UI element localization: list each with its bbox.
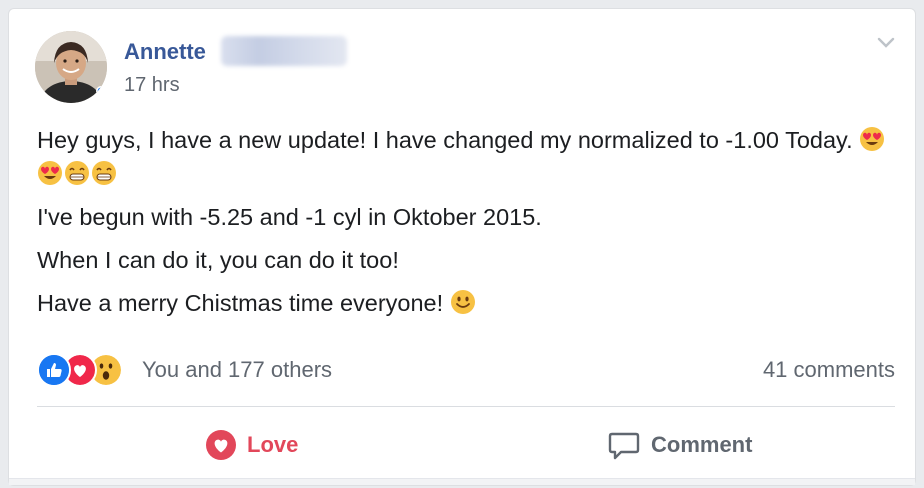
post-paragraph: Hey guys, I have a new update! I have ch… bbox=[37, 123, 897, 191]
author-name[interactable]: Annette bbox=[124, 39, 206, 65]
smile-emoji bbox=[450, 290, 475, 314]
comment-label: Comment bbox=[651, 432, 753, 457]
post-timestamp[interactable]: 17 hrs bbox=[124, 74, 180, 97]
grin-emoji bbox=[92, 161, 116, 185]
chevron-down-icon[interactable] bbox=[877, 37, 895, 49]
heart-icon bbox=[206, 430, 236, 460]
reaction-count[interactable]: You and 177 others bbox=[142, 357, 332, 383]
author-surname-redaction bbox=[221, 36, 347, 66]
post-paragraph: Have a merry Chistmas time everyone! bbox=[37, 286, 897, 320]
post-body: Hey guys, I have a new update! I have ch… bbox=[37, 123, 897, 329]
love-label: Love bbox=[247, 432, 299, 457]
like-icon bbox=[37, 353, 71, 387]
card-footer-strip bbox=[9, 478, 915, 485]
avatar[interactable] bbox=[35, 31, 107, 103]
divider bbox=[37, 406, 895, 407]
heart-eyes-emoji bbox=[860, 127, 885, 151]
comment-button[interactable]: Comment bbox=[607, 425, 752, 465]
post-paragraph: When I can do it, you can do it too! bbox=[37, 247, 399, 273]
comments-count[interactable]: 41 comments bbox=[763, 357, 895, 383]
heart-eyes-emoji bbox=[38, 161, 62, 185]
post-card: Annette 17 hrs Hey guys, I have a new up… bbox=[8, 8, 916, 486]
love-button[interactable]: Love bbox=[205, 425, 298, 465]
post-paragraph: I've begun with -5.25 and -1 cyl in Okto… bbox=[37, 204, 542, 230]
speech-bubble-icon bbox=[608, 432, 640, 460]
grin-emoji bbox=[65, 161, 89, 185]
